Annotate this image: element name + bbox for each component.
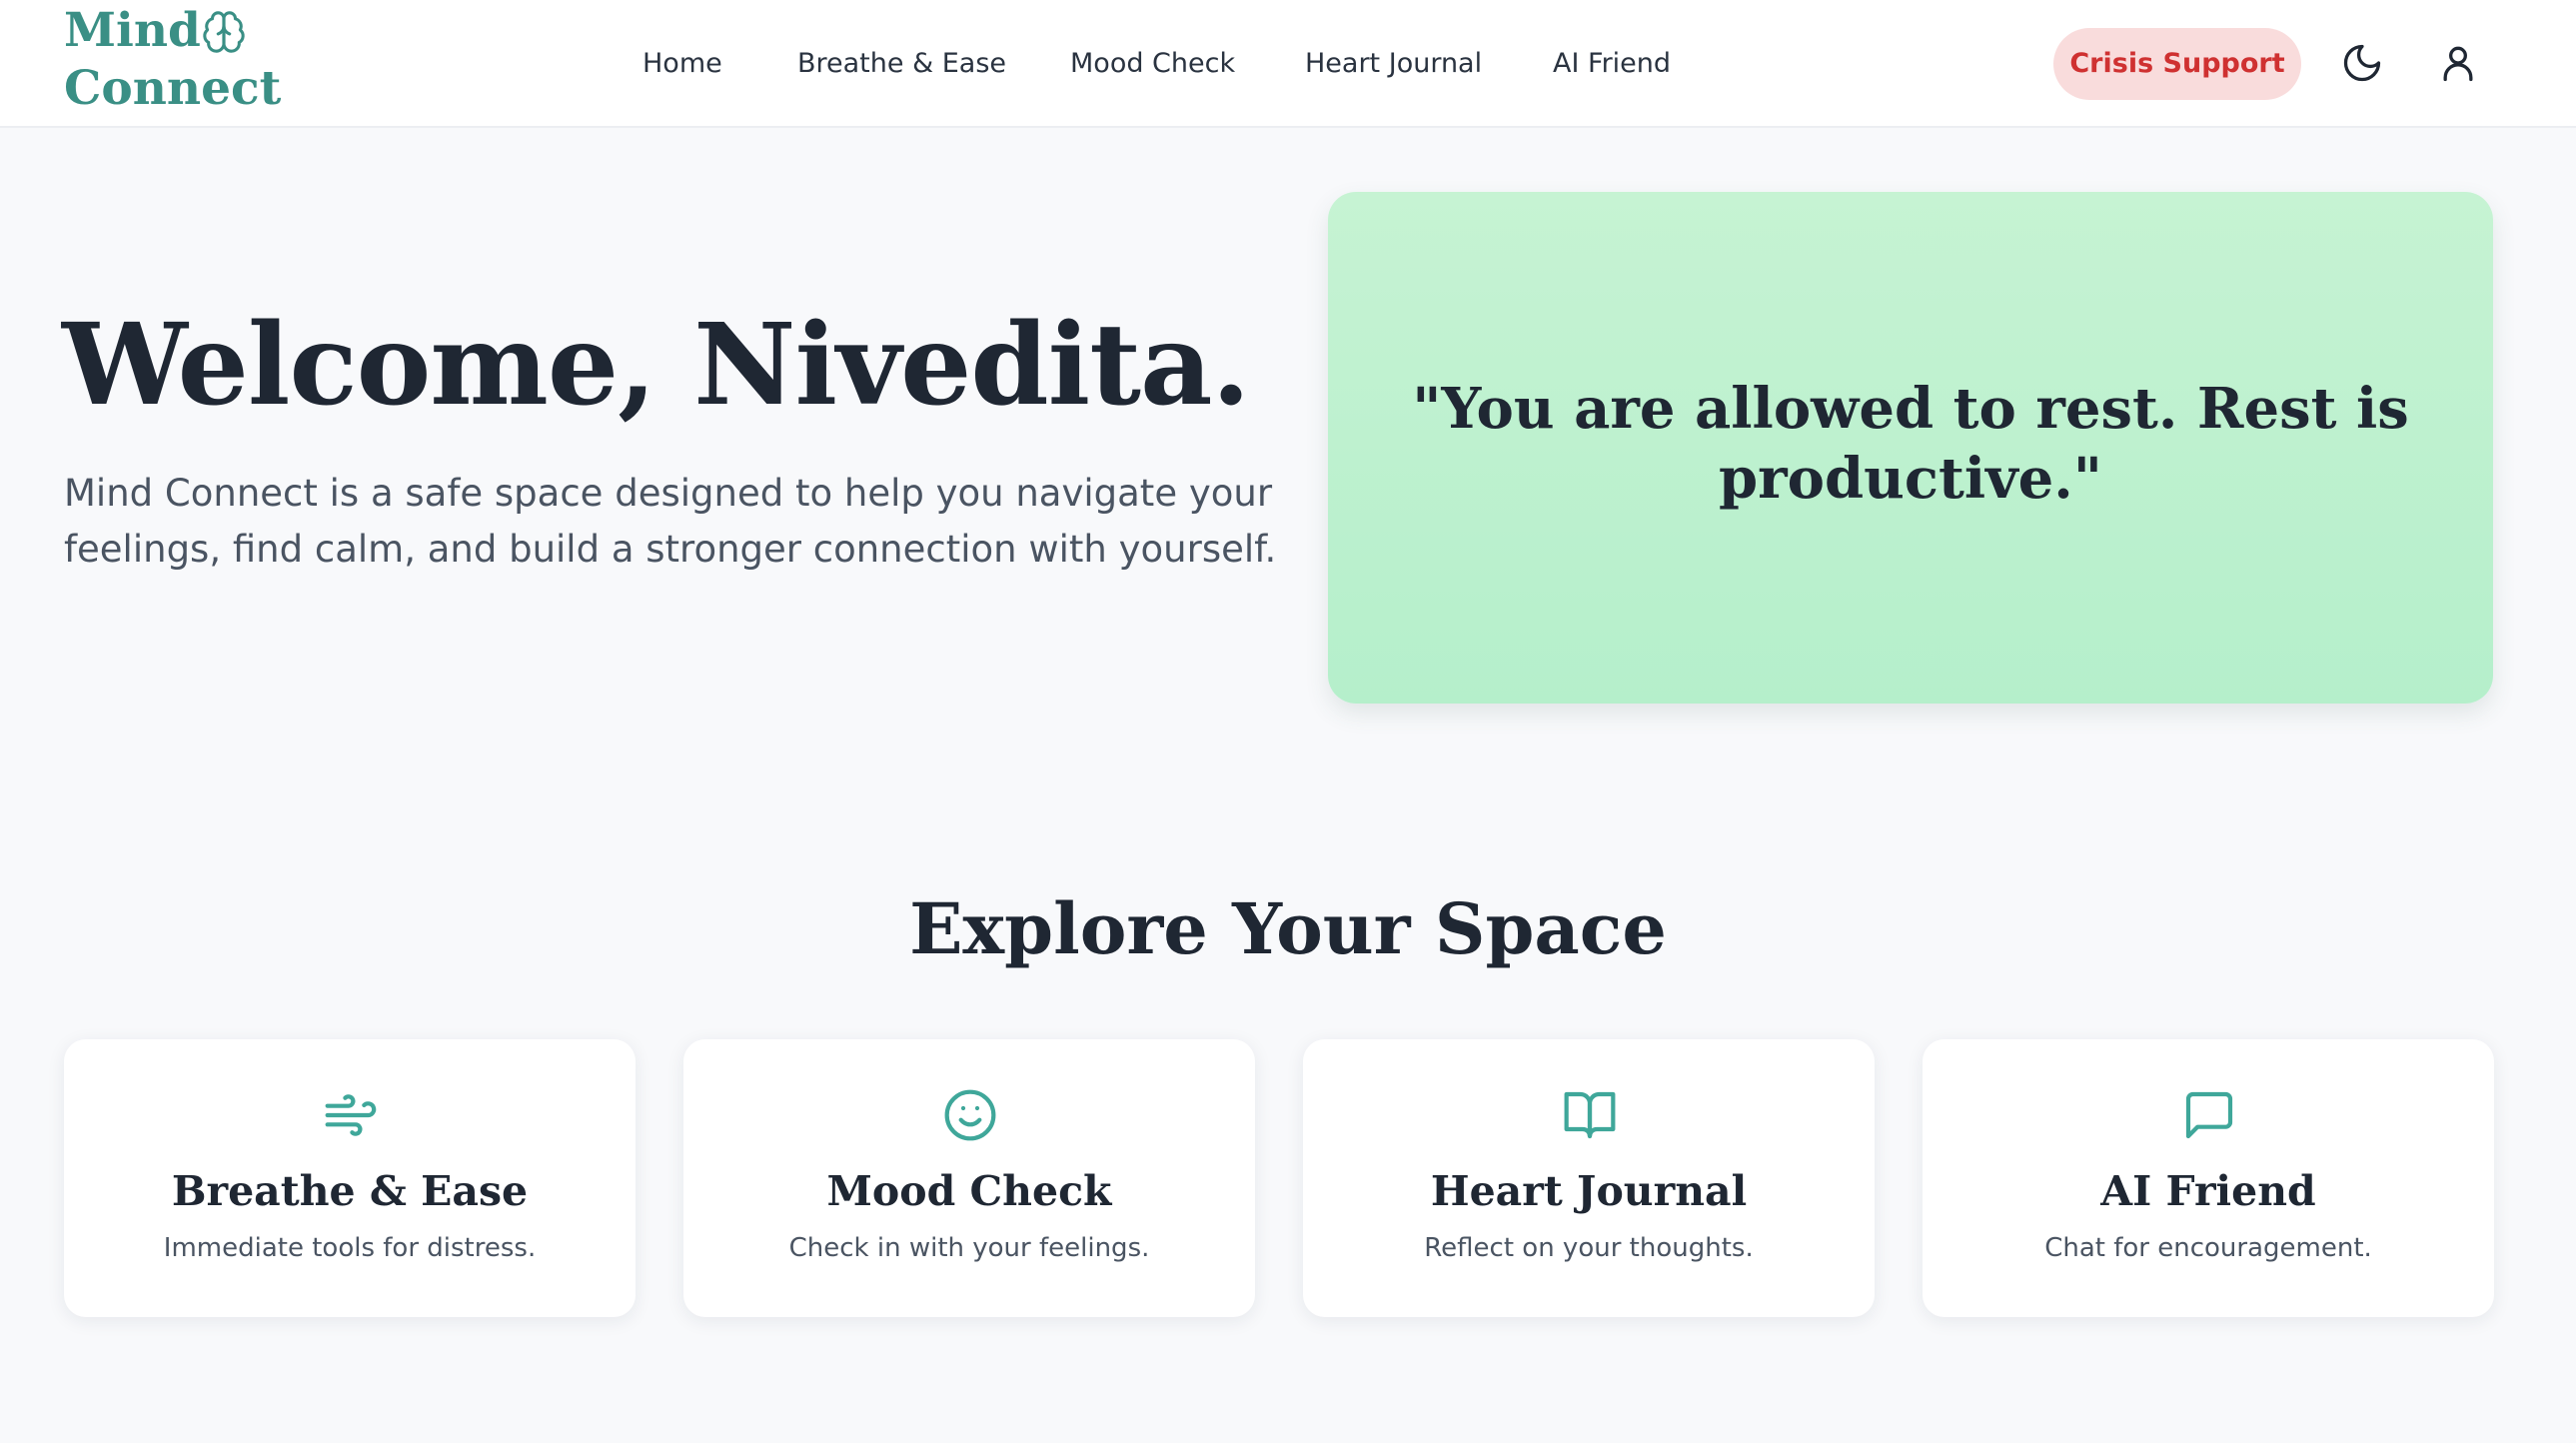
quote-card: "You are allowed to rest. Rest is produc…: [1328, 192, 2493, 704]
daily-quote: "You are allowed to rest. Rest is produc…: [1412, 376, 2409, 512]
card-title: AI Friend: [2100, 1167, 2316, 1215]
nav-item-breathe-ease[interactable]: Breathe & Ease: [797, 0, 1006, 128]
moon-icon[interactable]: [2340, 41, 2384, 85]
card-subtitle: Chat for encouragement.: [2044, 1233, 2372, 1263]
feature-card-heart-journal[interactable]: Heart Journal Reflect on your thoughts.: [1303, 1039, 1875, 1317]
crisis-support-button[interactable]: Crisis Support: [2053, 28, 2301, 100]
feature-card-breathe-ease[interactable]: Breathe & Ease Immediate tools for distr…: [64, 1039, 636, 1317]
nav-item-ai-friend[interactable]: AI Friend: [1553, 0, 1671, 128]
wind-icon: [325, 1094, 377, 1136]
intro-paragraph: Mind Connect is a safe space designed to…: [64, 472, 1277, 571]
book-open-icon: [1564, 1091, 1616, 1139]
card-subtitle: Check in with your feelings.: [788, 1233, 1150, 1263]
top-navbar: Mind Connect Home Breathe & Ease Mood Ch…: [0, 0, 2576, 128]
message-square-icon: [2185, 1091, 2233, 1139]
card-subtitle: Immediate tools for distress.: [163, 1233, 537, 1263]
card-title: Heart Journal: [1430, 1167, 1748, 1215]
smile-icon: [944, 1089, 996, 1141]
welcome-heading: Welcome, Nivedita.: [62, 300, 1251, 431]
feature-card-ai-friend[interactable]: AI Friend Chat for encouragement.: [1923, 1039, 2494, 1317]
card-subtitle: Reflect on your thoughts.: [1424, 1233, 1754, 1263]
nav-item-home[interactable]: Home: [643, 0, 722, 128]
card-title: Mood Check: [826, 1167, 1112, 1215]
card-title: Breathe & Ease: [171, 1167, 529, 1215]
nav-item-heart-journal[interactable]: Heart Journal: [1305, 0, 1482, 128]
nav-item-mood-check[interactable]: Mood Check: [1070, 0, 1235, 128]
feature-card-mood-check[interactable]: Mood Check Check in with your feelings.: [683, 1039, 1255, 1317]
user-icon[interactable]: [2436, 41, 2480, 85]
explore-heading: Explore Your Space: [909, 887, 1667, 970]
